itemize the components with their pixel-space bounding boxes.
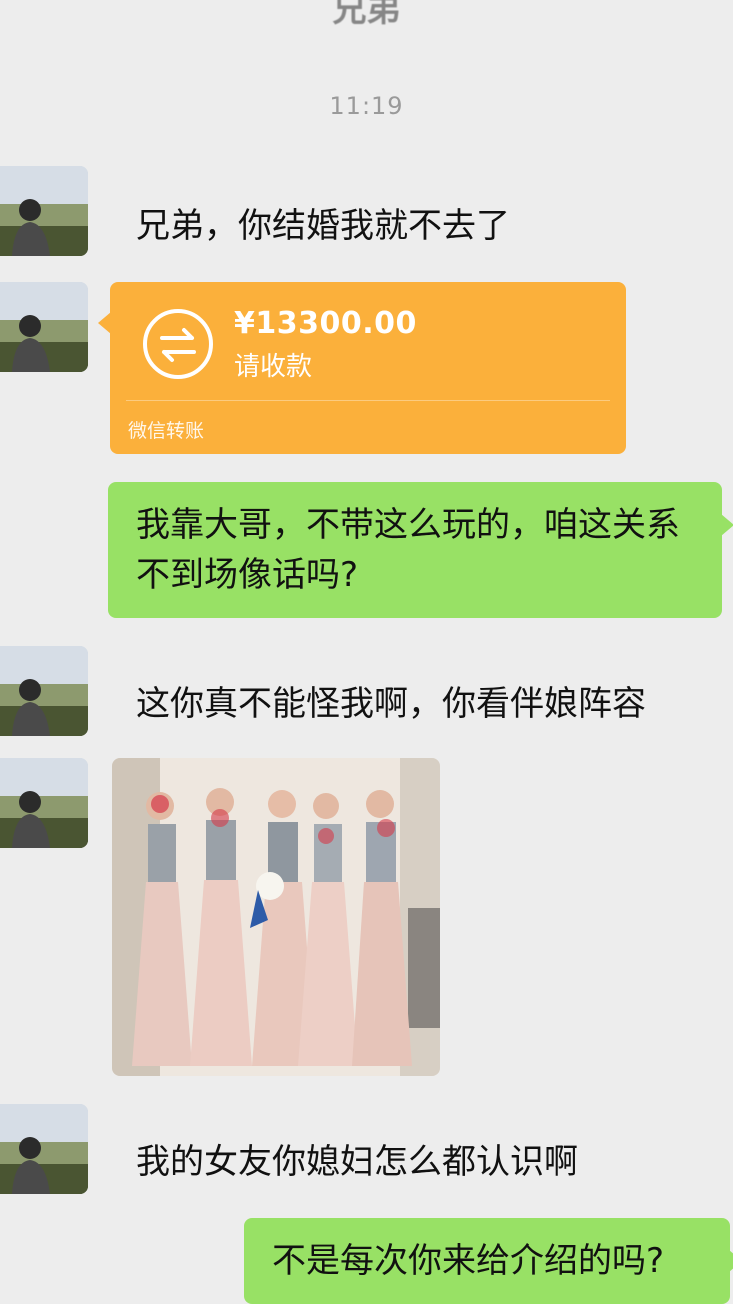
contact-avatar[interactable] — [0, 166, 88, 256]
incoming-message[interactable]: 我的女友你媳妇怎么都认识啊 — [108, 1122, 606, 1202]
contact-avatar[interactable] — [0, 282, 88, 372]
message-timestamp: 11:19 — [329, 92, 404, 120]
contact-avatar[interactable] — [0, 1104, 88, 1194]
contact-avatar[interactable] — [0, 758, 88, 848]
incoming-message[interactable]: 这你真不能怪我啊，你看伴娘阵容 — [108, 664, 674, 744]
transfer-arrows-icon — [143, 309, 213, 379]
outgoing-message[interactable]: 不是每次你来给介绍的吗? — [244, 1218, 733, 1304]
transfer-status: 请收款 — [234, 352, 313, 382]
transfer-footer: 微信转账 — [128, 420, 205, 442]
bridesmaids-photo[interactable] — [112, 758, 440, 1076]
chat-title: 兄弟 — [332, 0, 401, 30]
incoming-message[interactable]: 兄弟，你结婚我就不去了 — [108, 186, 538, 266]
money-transfer-card[interactable]: ¥13300.00 请收款 微信转账 — [98, 282, 626, 454]
transfer-amount: ¥13300.00 — [234, 306, 417, 341]
outgoing-message[interactable]: 我靠大哥，不带这么玩的，咱这关系不到场像话吗? — [108, 482, 733, 618]
contact-avatar[interactable] — [0, 646, 88, 736]
transfer-divider — [126, 400, 610, 401]
